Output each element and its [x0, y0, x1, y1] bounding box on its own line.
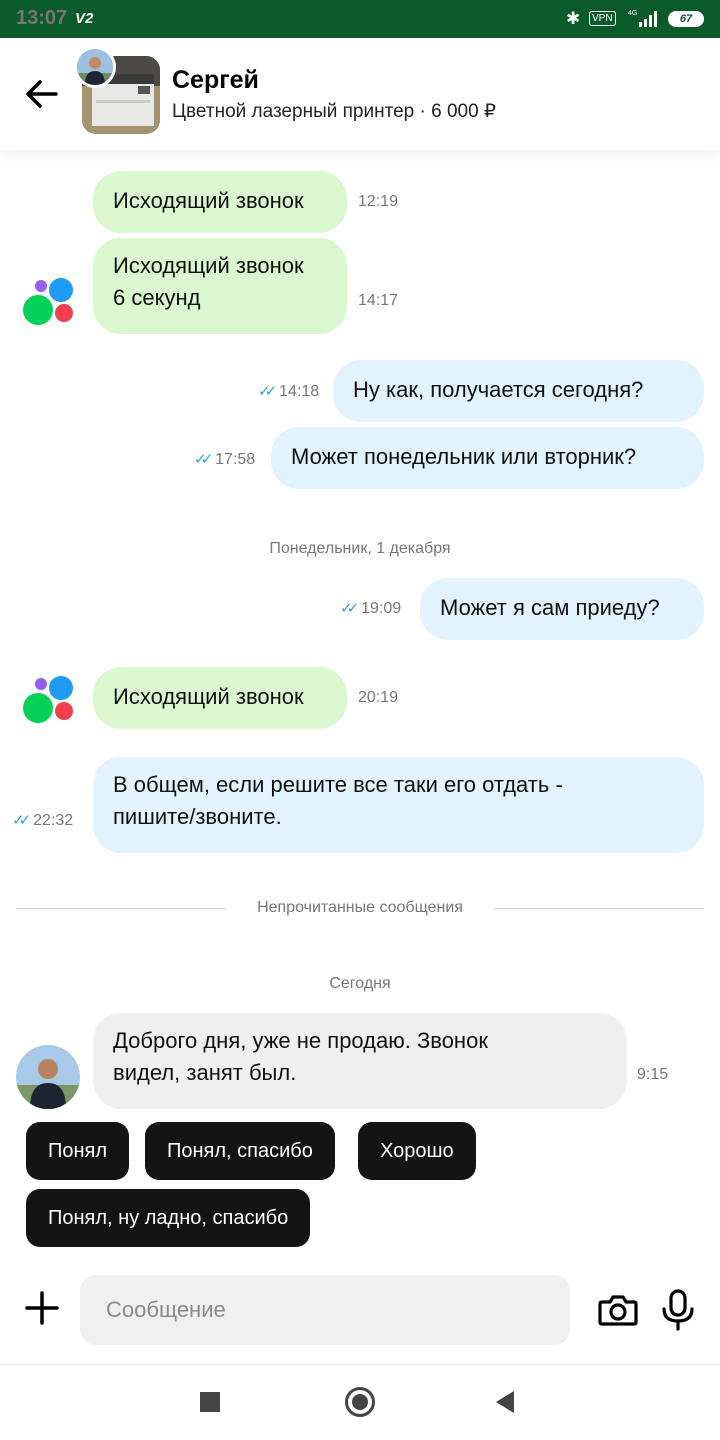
- avito-logo-icon: [23, 676, 73, 723]
- message-text: Ну как, получается сегодня?: [353, 377, 644, 402]
- quick-reply-chip[interactable]: Понял, ну ладно, спасибо: [26, 1189, 311, 1247]
- battery-icon: 67: [668, 11, 704, 27]
- message-time-row: ✓✓ 17:58: [194, 451, 256, 468]
- contact-avatar[interactable]: [74, 46, 116, 88]
- divider-right: [494, 908, 704, 909]
- listing-title[interactable]: Цветной лазерный принтер · 6 000 ₽: [172, 100, 496, 123]
- quick-reply-chip[interactable]: Хорошо: [358, 1122, 476, 1180]
- message-text: В общем, если решите все таки его отдать…: [113, 772, 563, 829]
- carrier-label: V2: [75, 10, 94, 27]
- signal-icon: 4G: [628, 10, 657, 27]
- camera-icon[interactable]: [596, 1288, 640, 1332]
- message-time: 14:17: [358, 292, 399, 309]
- read-check-icon: ✓✓: [12, 812, 31, 829]
- outgoing-message-bubble[interactable]: В общем, если решите все таки его отдать…: [93, 757, 704, 853]
- status-time: 13:07: [16, 7, 68, 29]
- recent-apps-icon[interactable]: [200, 1392, 220, 1412]
- contact-name[interactable]: Сергей: [172, 66, 259, 95]
- incoming-message-bubble[interactable]: Доброго дня, уже не продаю. Звонок видел…: [93, 1013, 627, 1109]
- message-time-row: ✓✓ 22:32: [12, 812, 74, 829]
- outgoing-call-bubble[interactable]: Исходящий звонок: [93, 171, 347, 233]
- date-separator: Сегодня: [329, 975, 391, 992]
- message-text: Исходящий звонок 6 секунд: [113, 253, 304, 310]
- outgoing-call-bubble[interactable]: Исходящий звонок 6 секунд: [93, 238, 347, 334]
- avito-logo-icon: [23, 278, 73, 325]
- outgoing-message-bubble[interactable]: Ну как, получается сегодня?: [333, 360, 704, 422]
- outgoing-message-bubble[interactable]: Может понедельник или вторник?: [271, 427, 704, 489]
- attach-plus-icon[interactable]: [24, 1290, 60, 1326]
- message-time: 20:19: [358, 689, 399, 706]
- message-time: 12:19: [358, 193, 399, 210]
- back-arrow-icon[interactable]: [22, 76, 62, 112]
- date-separator: Понедельник, 1 декабря: [269, 540, 451, 557]
- message-time-row: ✓✓ 19:09: [340, 600, 402, 617]
- message-time-row: ✓✓ 14:18: [258, 383, 320, 400]
- message-text: Исходящий звонок: [113, 684, 304, 709]
- message-text: Исходящий звонок: [113, 188, 304, 213]
- message-text: Может понедельник или вторник?: [291, 444, 637, 469]
- read-check-icon: ✓✓: [194, 451, 213, 468]
- sender-avatar[interactable]: [16, 1045, 80, 1109]
- quick-reply-chip[interactable]: Понял: [26, 1122, 130, 1180]
- microphone-icon[interactable]: [660, 1288, 696, 1332]
- read-check-icon: ✓✓: [340, 600, 359, 617]
- system-back-icon[interactable]: [496, 1391, 514, 1413]
- message-text: Доброго дня, уже не продаю. Звонок видел…: [113, 1028, 488, 1085]
- vpn-icon: VPN: [589, 11, 616, 26]
- bluetooth-icon: ✱: [566, 9, 581, 28]
- message-text: Может я сам приеду?: [440, 595, 660, 620]
- system-nav-bar: [0, 1364, 720, 1440]
- home-icon[interactable]: [345, 1387, 375, 1417]
- outgoing-call-bubble[interactable]: Исходящий звонок: [93, 667, 347, 729]
- quick-reply-chip[interactable]: Понял, спасибо: [145, 1122, 335, 1180]
- message-input[interactable]: [80, 1275, 570, 1345]
- chat-header: Сергей Цветной лазерный принтер · 6 000 …: [0, 38, 720, 150]
- message-time: 9:15: [637, 1066, 669, 1083]
- network-type-label: 4G: [628, 10, 637, 17]
- read-check-icon: ✓✓: [258, 383, 277, 400]
- outgoing-message-bubble[interactable]: Может я сам приеду?: [420, 578, 704, 640]
- status-bar: 13:07 V2 ✱ VPN 4G 67: [0, 0, 720, 38]
